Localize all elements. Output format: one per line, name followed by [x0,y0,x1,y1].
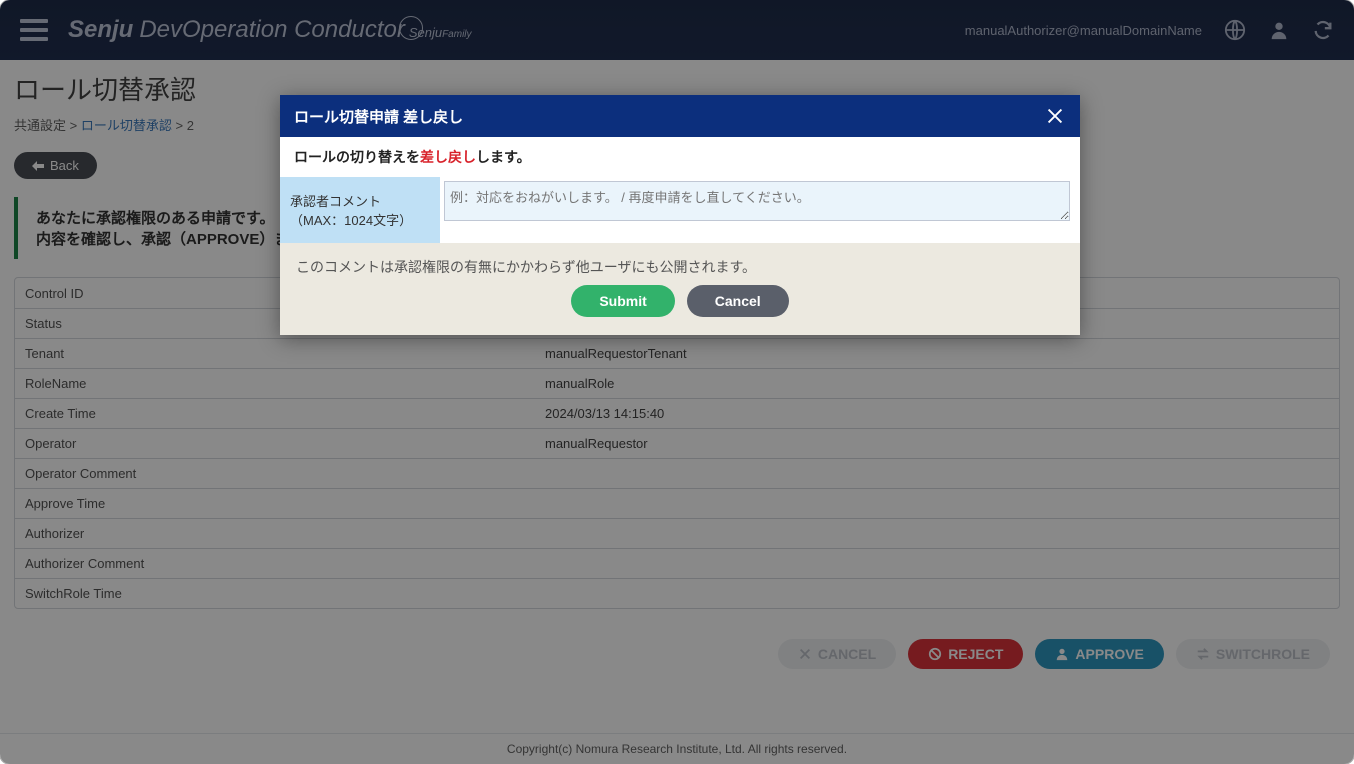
comment-input[interactable] [444,181,1070,221]
reject-modal: ロール切替申請 差し戻し ロールの切り替えを差し戻しします。 承認者コメント（M… [280,95,1080,335]
modal-note: このコメントは承認権限の有無にかかわらず他ユーザにも公開されます。 [280,243,1080,285]
modal-cancel-button[interactable]: Cancel [687,285,789,317]
close-icon[interactable] [1044,105,1066,127]
comment-label: 承認者コメント（MAX：1024文字） [280,177,440,243]
submit-button[interactable]: Submit [571,285,674,317]
modal-title: ロール切替申請 差し戻し [294,106,463,127]
modal-message: ロールの切り替えを差し戻しします。 [280,137,1080,177]
